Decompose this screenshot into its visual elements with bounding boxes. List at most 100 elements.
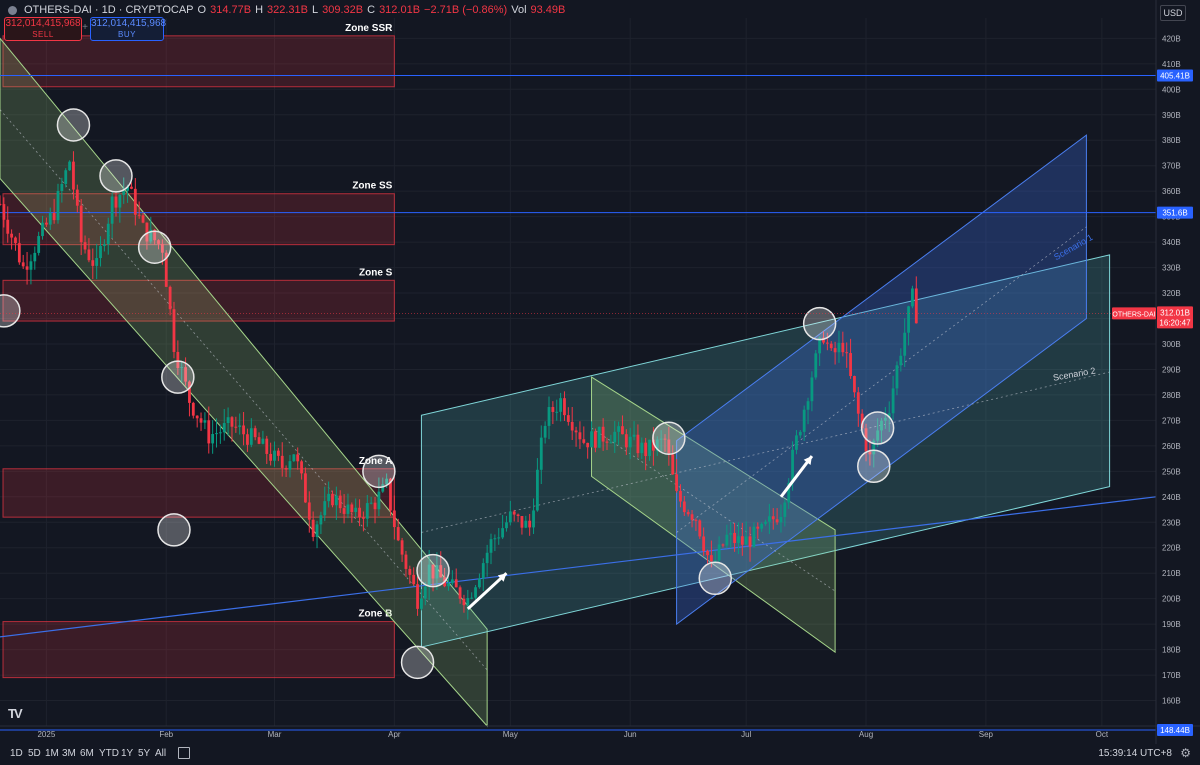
candle-body-217 xyxy=(837,342,841,353)
candle-body-190 xyxy=(733,532,736,544)
price-chart[interactable]: Zone SSRZone SSZone SZone AZone B Scenar… xyxy=(0,0,1200,765)
x-tick-1: Feb xyxy=(159,730,173,739)
candle-body-129 xyxy=(497,537,501,539)
timeframe-5y[interactable]: 5Y xyxy=(138,748,150,759)
y-tick-6: 220B xyxy=(1162,544,1181,553)
candle-body-72 xyxy=(276,450,280,456)
candle-body-119 xyxy=(458,587,462,599)
candle-body-121 xyxy=(466,597,470,606)
candle-body-177 xyxy=(682,501,686,513)
zone-box-0 xyxy=(2,35,395,88)
candle-body-197 xyxy=(760,523,764,529)
candle-body-136 xyxy=(524,520,528,528)
calendar-icon[interactable] xyxy=(178,747,190,759)
candle-body-146 xyxy=(563,398,566,416)
candle-body-24 xyxy=(91,260,95,266)
candle-body-2 xyxy=(6,219,10,234)
candle-body-0 xyxy=(0,203,2,205)
candle-body-162 xyxy=(624,434,628,448)
candle-body-158 xyxy=(609,442,613,444)
candle-body-221 xyxy=(853,376,856,393)
candle-body-175 xyxy=(675,474,678,491)
x-tick-6: Jul xyxy=(741,730,751,739)
candle-body-185 xyxy=(713,560,717,562)
candle-body-168 xyxy=(648,439,651,457)
timeframe-all[interactable]: All xyxy=(155,748,166,759)
candle-body-109 xyxy=(420,598,423,609)
candle-body-174 xyxy=(671,454,675,475)
candle-body-1 xyxy=(2,204,6,220)
candle-body-209 xyxy=(806,401,810,410)
candle-body-164 xyxy=(632,434,636,437)
candle-body-107 xyxy=(412,574,416,585)
timeframe-ytd[interactable]: YTD xyxy=(99,748,119,759)
candle-body-201 xyxy=(775,519,779,523)
volume-value: 93.49B xyxy=(530,4,566,16)
candle-body-167 xyxy=(644,442,648,457)
candle-body-52 xyxy=(199,418,203,423)
touch-circle-5 xyxy=(157,513,191,547)
symbol-header: OTHERS-DAI · 1D · CRYPTOCAP O 314.77B H 32… xyxy=(8,4,565,16)
level-tag-2: 148.44B xyxy=(1160,726,1190,735)
candle-body-206 xyxy=(795,435,798,450)
candle-body-122 xyxy=(470,597,474,599)
candle-body-92 xyxy=(354,507,358,513)
buy-button[interactable]: 312,014,415,968 BUY xyxy=(90,17,166,41)
candle-body-118 xyxy=(454,579,458,588)
candle-body-11 xyxy=(41,222,44,237)
candle-body-154 xyxy=(593,431,597,448)
candle-body-57 xyxy=(218,432,222,434)
candle-body-186 xyxy=(717,544,721,561)
touch-circle-11 xyxy=(802,306,837,341)
candle-body-59 xyxy=(226,417,230,424)
candle-body-178 xyxy=(686,512,690,515)
symbol-name[interactable]: OTHERS-DAI · 1D · CRYPTOCAP xyxy=(24,4,194,16)
candle-body-71 xyxy=(273,450,276,461)
candle-body-61 xyxy=(234,426,238,428)
timeframe-6m[interactable]: 6M xyxy=(80,748,94,759)
candle-body-16 xyxy=(60,183,64,191)
x-tick-2: Mar xyxy=(268,730,282,739)
y-tick-10: 260B xyxy=(1162,442,1181,451)
candle-body-198 xyxy=(764,521,767,524)
touch-circle-4 xyxy=(161,360,195,394)
candle-body-183 xyxy=(706,550,709,556)
clock: 15:39:14 UTC+8 xyxy=(1098,748,1172,759)
timeframe-5d[interactable]: 5D xyxy=(28,748,41,759)
y-tick-21: 370B xyxy=(1162,162,1181,171)
candle-body-196 xyxy=(756,526,760,529)
gear-icon[interactable]: ⚙ xyxy=(1180,746,1191,760)
x-tick-7: Aug xyxy=(859,730,873,739)
timeframe-1d[interactable]: 1D xyxy=(10,748,23,759)
candle-body-64 xyxy=(246,434,249,445)
tradingview-logo-icon: TV xyxy=(8,706,23,721)
candle-body-222 xyxy=(856,392,860,414)
candle-body-104 xyxy=(400,540,404,555)
candle-body-83 xyxy=(319,515,323,525)
candle-body-189 xyxy=(729,532,733,535)
candle-body-56 xyxy=(215,433,218,435)
y-tick-12: 280B xyxy=(1162,391,1181,400)
currency-selector[interactable]: USD xyxy=(1160,5,1186,21)
candle-body-5 xyxy=(17,243,21,263)
candle-body-23 xyxy=(87,249,91,261)
timeframe-1m[interactable]: 1M xyxy=(45,748,59,759)
timeframe-1y[interactable]: 1Y xyxy=(121,748,133,759)
candle-body-133 xyxy=(512,511,516,515)
candle-body-184 xyxy=(709,555,713,562)
candle-body-219 xyxy=(845,352,849,354)
candle-body-45 xyxy=(172,309,176,352)
timeframe-3m[interactable]: 3M xyxy=(62,748,76,759)
candle-body-98 xyxy=(377,491,381,510)
candle-body-103 xyxy=(396,527,400,541)
last-price-countdown: 16:20:47 xyxy=(1159,318,1191,327)
sell-button[interactable]: 312,014,415,968 SELL xyxy=(4,17,82,41)
candle-body-53 xyxy=(203,420,207,423)
candle-body-79 xyxy=(304,473,307,503)
candle-body-147 xyxy=(566,415,570,422)
candle-body-110 xyxy=(423,586,427,599)
candle-body-215 xyxy=(829,343,833,349)
candle-body-191 xyxy=(737,536,740,544)
candle-body-73 xyxy=(280,455,284,468)
candle-body-82 xyxy=(315,524,319,537)
